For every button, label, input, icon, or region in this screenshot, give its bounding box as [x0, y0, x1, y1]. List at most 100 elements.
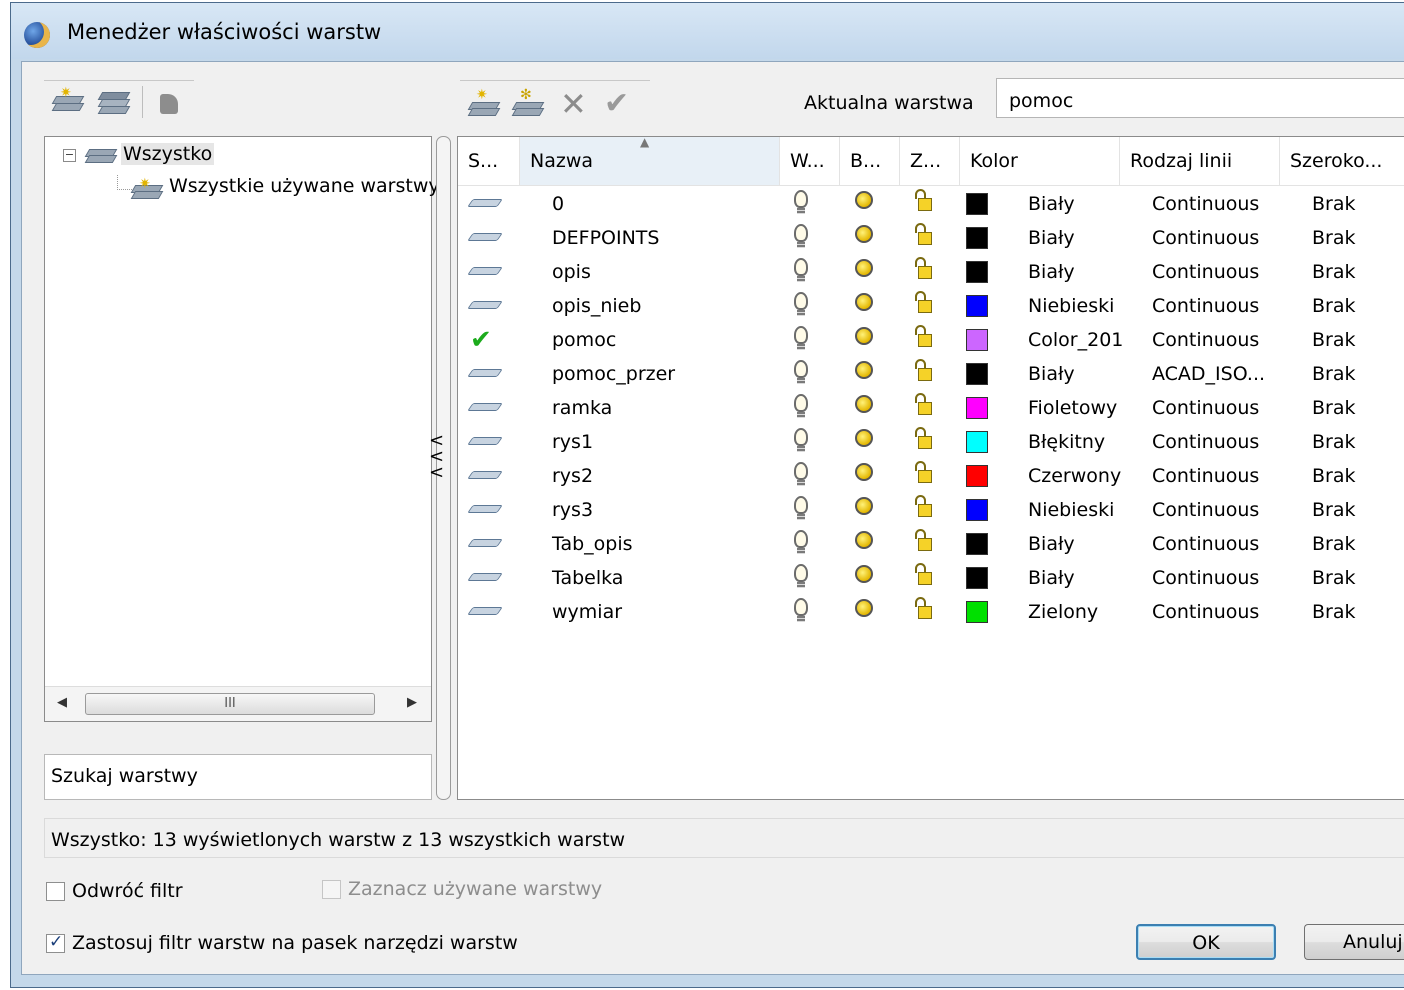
unlock-icon[interactable]: [914, 291, 934, 315]
lightbulb-on-icon[interactable]: [794, 224, 808, 242]
search-layer-input[interactable]: Szukaj warstwy: [44, 754, 432, 800]
lightbulb-on-icon[interactable]: [794, 530, 808, 548]
layer-color[interactable]: Biały: [1028, 561, 1075, 595]
invert-filter-checkbox[interactable]: [46, 882, 65, 901]
unlock-icon[interactable]: [914, 359, 934, 383]
layer-lineweight[interactable]: Brak: [1312, 391, 1356, 425]
layer-linetype[interactable]: ACAD_ISO...: [1152, 357, 1265, 391]
layer-linetype[interactable]: Continuous: [1152, 255, 1259, 289]
thaw-sun-icon[interactable]: [855, 395, 873, 413]
layer-row[interactable]: rys3 Niebieski Continuous Brak: [458, 493, 1404, 527]
layer-linetype[interactable]: Continuous: [1152, 425, 1259, 459]
layer-color[interactable]: Biały: [1028, 357, 1075, 391]
layer-linetype[interactable]: Continuous: [1152, 595, 1259, 629]
layer-linetype[interactable]: Continuous: [1152, 187, 1259, 221]
color-swatch[interactable]: [966, 567, 988, 589]
layer-linetype[interactable]: Continuous: [1152, 323, 1259, 357]
new-layer-icon[interactable]: ✷: [467, 88, 501, 116]
scroll-left-icon[interactable]: ◀: [57, 695, 67, 710]
unlock-icon[interactable]: [914, 393, 934, 417]
column-linetype[interactable]: Rodzaj linii: [1120, 137, 1280, 185]
layer-color[interactable]: Biały: [1028, 187, 1075, 221]
layer-color[interactable]: Błękitny: [1028, 425, 1105, 459]
layer-row[interactable]: DEFPOINTS Biały Continuous Brak: [458, 221, 1404, 255]
thaw-sun-icon[interactable]: [855, 293, 873, 311]
color-swatch[interactable]: [966, 431, 988, 453]
layer-linetype[interactable]: Continuous: [1152, 391, 1259, 425]
layer-color[interactable]: Color_201: [1028, 323, 1123, 357]
layer-linetype[interactable]: Continuous: [1152, 221, 1259, 255]
lightbulb-on-icon[interactable]: [794, 258, 808, 276]
layer-color[interactable]: Biały: [1028, 221, 1075, 255]
layer-linetype[interactable]: Continuous: [1152, 459, 1259, 493]
lightbulb-on-icon[interactable]: [794, 326, 808, 344]
layer-lineweight[interactable]: Brak: [1312, 527, 1356, 561]
layer-row[interactable]: 0 Biały Continuous Brak: [458, 187, 1404, 221]
layer-lineweight[interactable]: Brak: [1312, 561, 1356, 595]
new-layer-frozen-icon[interactable]: ✻: [511, 88, 545, 116]
unlock-icon[interactable]: [914, 597, 934, 621]
color-swatch[interactable]: [966, 295, 988, 317]
lightbulb-on-icon[interactable]: [794, 462, 808, 480]
layer-row[interactable]: ramka Fioletowy Continuous Brak: [458, 391, 1404, 425]
unlock-icon[interactable]: [914, 257, 934, 281]
layer-color[interactable]: Czerwony: [1028, 459, 1121, 493]
tree-horizontal-scrollbar[interactable]: ◀ III ▶: [45, 686, 431, 721]
layer-lineweight[interactable]: Brak: [1312, 493, 1356, 527]
thaw-sun-icon[interactable]: [855, 497, 873, 515]
thaw-sun-icon[interactable]: [855, 225, 873, 243]
lightbulb-on-icon[interactable]: [794, 428, 808, 446]
collapse-left-icon[interactable]: <: [429, 464, 444, 482]
lightbulb-on-icon[interactable]: [794, 190, 808, 208]
layer-lineweight[interactable]: Brak: [1312, 323, 1356, 357]
ok-button[interactable]: OK: [1136, 924, 1276, 960]
column-status[interactable]: S...: [458, 137, 520, 185]
layer-lineweight[interactable]: Brak: [1312, 221, 1356, 255]
layer-linetype[interactable]: Continuous: [1152, 561, 1259, 595]
column-name[interactable]: ▲ Nazwa: [520, 137, 780, 185]
thaw-sun-icon[interactable]: [855, 565, 873, 583]
color-swatch[interactable]: [966, 601, 988, 623]
column-color[interactable]: Kolor: [960, 137, 1120, 185]
thaw-sun-icon[interactable]: [855, 599, 873, 617]
layer-lineweight[interactable]: Brak: [1312, 459, 1356, 493]
column-lock[interactable]: Z...: [900, 137, 960, 185]
collapse-toggle[interactable]: −: [63, 149, 76, 162]
unlock-icon[interactable]: [914, 529, 934, 553]
thaw-sun-icon[interactable]: [855, 327, 873, 345]
layer-color[interactable]: Biały: [1028, 255, 1075, 289]
layer-lineweight[interactable]: Brak: [1312, 595, 1356, 629]
layer-color[interactable]: Fioletowy: [1028, 391, 1117, 425]
lightbulb-on-icon[interactable]: [794, 598, 808, 616]
thaw-sun-icon[interactable]: [855, 531, 873, 549]
layer-row[interactable]: rys1 Błękitny Continuous Brak: [458, 425, 1404, 459]
scroll-thumb[interactable]: III: [85, 693, 375, 715]
layer-linetype[interactable]: Continuous: [1152, 289, 1259, 323]
lightbulb-on-icon[interactable]: [794, 496, 808, 514]
thaw-sun-icon[interactable]: [855, 463, 873, 481]
indicate-used-checkbox[interactable]: [322, 880, 341, 899]
column-on[interactable]: W...: [780, 137, 840, 185]
layer-color[interactable]: Biały: [1028, 527, 1075, 561]
thaw-sun-icon[interactable]: [855, 259, 873, 277]
cancel-button[interactable]: Anuluj: [1304, 924, 1404, 960]
apply-filter-toolbar-checkbox[interactable]: [46, 932, 65, 953]
layer-color[interactable]: Zielony: [1028, 595, 1098, 629]
new-filter-icon[interactable]: ✷: [51, 86, 85, 114]
unlock-icon[interactable]: [914, 189, 934, 213]
lightbulb-on-icon[interactable]: [794, 292, 808, 310]
thaw-sun-icon[interactable]: [855, 361, 873, 379]
color-swatch[interactable]: [966, 193, 988, 215]
layer-color[interactable]: Niebieski: [1028, 289, 1114, 323]
unlock-icon[interactable]: [914, 495, 934, 519]
layer-lineweight[interactable]: Brak: [1312, 255, 1356, 289]
color-swatch[interactable]: [966, 465, 988, 487]
set-current-icon[interactable]: ✔: [604, 89, 632, 119]
color-swatch[interactable]: [966, 261, 988, 283]
layer-linetype[interactable]: Continuous: [1152, 493, 1259, 527]
layer-lineweight[interactable]: Brak: [1312, 289, 1356, 323]
color-swatch[interactable]: [966, 227, 988, 249]
color-swatch[interactable]: [966, 397, 988, 419]
layer-lineweight[interactable]: Brak: [1312, 357, 1356, 391]
delete-layer-icon[interactable]: ✕: [560, 88, 588, 120]
